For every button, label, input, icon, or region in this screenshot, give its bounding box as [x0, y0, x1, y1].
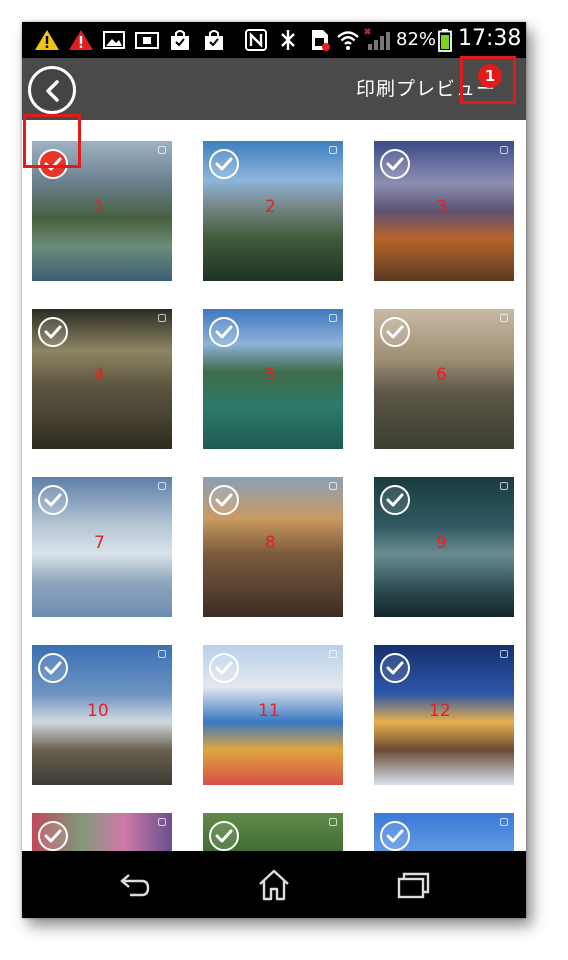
photo-thumbnail[interactable]: 5: [203, 309, 343, 449]
check-icon: [215, 661, 233, 675]
check-icon: [44, 325, 62, 339]
checkbox[interactable]: [38, 821, 68, 851]
image-icon: [103, 31, 125, 49]
photo-thumbnail[interactable]: 2: [203, 141, 343, 281]
nfc-icon: [245, 29, 267, 51]
battery-percent: 82%: [396, 29, 437, 50]
watermark-icon: [329, 818, 337, 826]
checkbox[interactable]: [38, 317, 68, 347]
photo-number: 9: [436, 533, 447, 553]
photo-number: 11: [258, 701, 280, 721]
warning-icon: [35, 30, 59, 50]
checkbox[interactable]: [209, 317, 239, 347]
check-icon: [386, 661, 404, 675]
photo-thumbnail[interactable]: 12: [374, 645, 514, 785]
photo-thumbnail[interactable]: [32, 813, 172, 851]
watermark-icon: [329, 482, 337, 490]
wifi-icon: [337, 31, 359, 50]
check-icon: [215, 829, 233, 843]
watermark-icon: [500, 314, 508, 322]
clock: 17:38: [458, 26, 522, 51]
photo-thumbnail[interactable]: 8: [203, 477, 343, 617]
photo-grid: 1 2 3 4 5 6 7 8 9 10 11 12: [22, 120, 526, 851]
back-button[interactable]: [28, 66, 76, 114]
sim-icon: [135, 32, 159, 49]
photo-thumbnail[interactable]: 7: [32, 477, 172, 617]
alert-icon: [69, 30, 93, 50]
battery-icon: [438, 29, 452, 52]
photo-number: 6: [436, 365, 447, 385]
photo-thumbnail[interactable]: 4: [32, 309, 172, 449]
back-icon[interactable]: [114, 867, 154, 903]
photo-number: 12: [429, 701, 451, 721]
watermark-icon: [500, 818, 508, 826]
checkbox[interactable]: [38, 485, 68, 515]
check-icon: [215, 325, 233, 339]
bluetooth-icon: [281, 30, 295, 50]
checkbox[interactable]: [209, 653, 239, 683]
watermark-icon: [500, 482, 508, 490]
annotation-badge: 1: [478, 64, 502, 88]
navigation-bar: [22, 851, 526, 918]
photo-number: 7: [94, 533, 105, 553]
status-bar: 82% 17:38: [22, 22, 526, 58]
photo-number: 4: [94, 365, 105, 385]
photo-number: 8: [265, 533, 276, 553]
checkbox[interactable]: [380, 149, 410, 179]
check-icon: [215, 493, 233, 507]
sim-error-icon: [312, 30, 330, 51]
check-icon: [44, 829, 62, 843]
checkbox[interactable]: [209, 149, 239, 179]
check-icon: [215, 157, 233, 171]
photo-thumbnail[interactable]: 3: [374, 141, 514, 281]
watermark-icon: [158, 314, 166, 322]
annotation-box-check: [23, 114, 81, 168]
check-icon: [386, 493, 404, 507]
photo-number: 1: [94, 197, 105, 217]
watermark-icon: [500, 650, 508, 658]
watermark-icon: [329, 650, 337, 658]
watermark-icon: [158, 146, 166, 154]
phone-screen: 82% 17:38 印刷プレビュー 1 2 3 4 5 6 7 8 9 10 11 12: [22, 22, 526, 918]
photo-number: 2: [265, 197, 276, 217]
checkbox[interactable]: [380, 821, 410, 851]
checkbox[interactable]: [380, 485, 410, 515]
check-icon: [386, 157, 404, 171]
checkbox[interactable]: [209, 485, 239, 515]
watermark-icon: [158, 482, 166, 490]
home-icon[interactable]: [254, 867, 294, 903]
watermark-icon: [158, 650, 166, 658]
photo-thumbnail[interactable]: [374, 813, 514, 851]
photo-thumbnail[interactable]: 9: [374, 477, 514, 617]
watermark-icon: [329, 146, 337, 154]
watermark-icon: [158, 818, 166, 826]
check-icon: [386, 325, 404, 339]
check-icon: [386, 829, 404, 843]
check-icon: [44, 661, 62, 675]
watermark-icon: [500, 146, 508, 154]
chevron-left-icon: [46, 80, 59, 102]
photo-thumbnail[interactable]: 11: [203, 645, 343, 785]
bag-icon: [205, 30, 223, 50]
photo-number: 5: [265, 365, 276, 385]
photo-thumbnail[interactable]: 10: [32, 645, 172, 785]
photo-number: 10: [87, 701, 109, 721]
bag-icon: [171, 30, 189, 50]
checkbox[interactable]: [38, 653, 68, 683]
photo-number: 3: [436, 197, 447, 217]
checkbox[interactable]: [380, 317, 410, 347]
signal-icon: [364, 28, 390, 50]
checkbox[interactable]: [209, 821, 239, 851]
photo-thumbnail[interactable]: 6: [374, 309, 514, 449]
recents-icon[interactable]: [394, 867, 434, 903]
checkbox[interactable]: [380, 653, 410, 683]
check-icon: [44, 493, 62, 507]
action-bar: 印刷プレビュー: [22, 58, 526, 120]
photo-thumbnail[interactable]: [203, 813, 343, 851]
watermark-icon: [329, 314, 337, 322]
